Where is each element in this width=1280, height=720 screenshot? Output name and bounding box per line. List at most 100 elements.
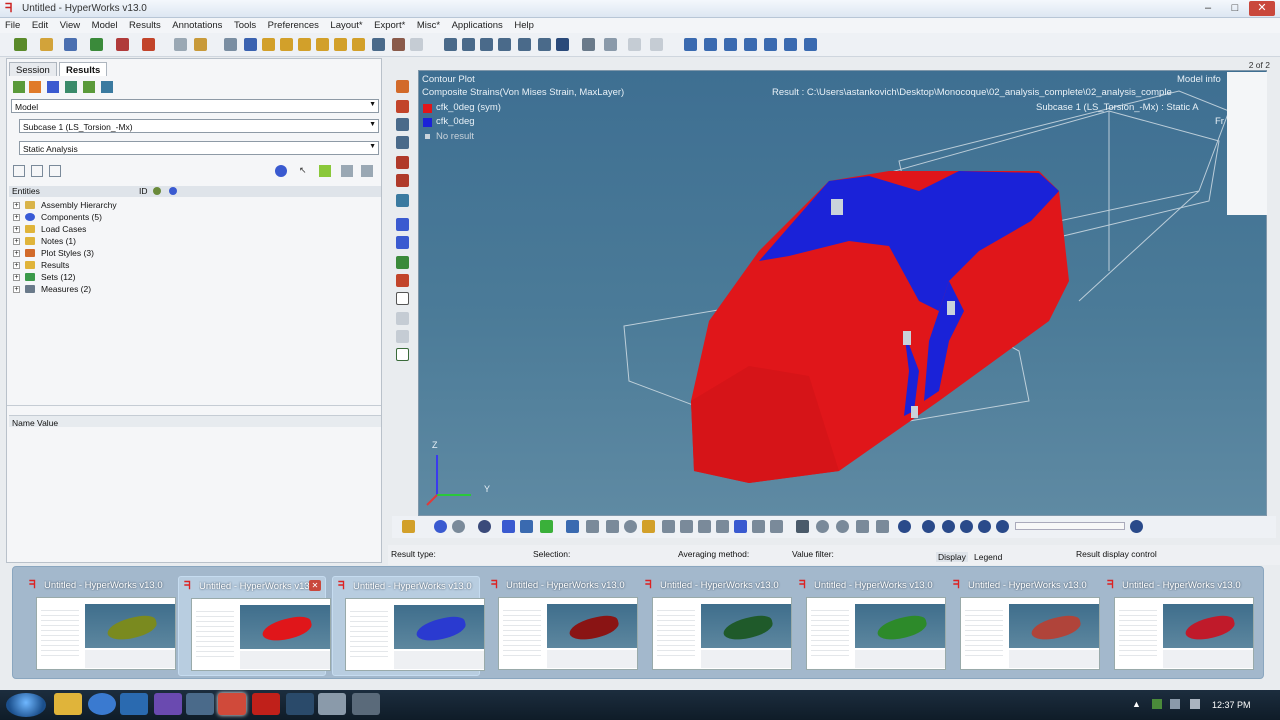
maximize-button[interactable]: □ — [1222, 1, 1248, 16]
deformed-icon[interactable] — [396, 100, 409, 113]
tree-node-assembly-hierarchy[interactable]: + Assembly Hierarchy — [11, 199, 371, 211]
results-tool-1-icon[interactable] — [13, 81, 25, 93]
animation-rewind-icon[interactable] — [942, 520, 955, 533]
vector-icon[interactable] — [396, 118, 409, 131]
save-session-icon[interactable] — [64, 38, 77, 51]
tab-legend[interactable]: Legend — [974, 552, 1002, 562]
page-layout-7-icon[interactable] — [804, 38, 817, 51]
view-back-icon[interactable] — [280, 38, 293, 51]
capture-icon[interactable] — [142, 38, 155, 51]
filter-icon[interactable] — [13, 165, 25, 177]
app-4-taskbar-icon[interactable] — [318, 693, 346, 715]
window-thumbnail[interactable]: ᖷ Untitled - HyperWorks v13.0 ✕ — [178, 576, 331, 676]
view-right-icon[interactable] — [316, 38, 329, 51]
page-layout-1-icon[interactable] — [684, 38, 697, 51]
outlook-taskbar-icon[interactable] — [120, 693, 148, 715]
app-2-taskbar-icon[interactable] — [186, 693, 214, 715]
select-12-icon[interactable] — [770, 520, 783, 533]
select-9-icon[interactable] — [716, 520, 729, 533]
tree-node-components[interactable]: + Components (5) — [11, 211, 371, 223]
window-thumbnail[interactable]: ᖷ Untitled - HyperWorks v13.0 — [1102, 576, 1254, 676]
select-icon[interactable] — [566, 520, 579, 533]
explorer-taskbar-icon[interactable] — [54, 693, 82, 715]
iso-icon[interactable] — [396, 156, 409, 169]
menu-edit[interactable]: Edit — [27, 18, 52, 31]
zoom-in-icon[interactable] — [462, 38, 475, 51]
expand-icon[interactable] — [31, 165, 43, 177]
zoom-icon[interactable] — [224, 38, 237, 51]
browser-taskbar-icon[interactable] — [88, 693, 116, 715]
expand-plus-icon[interactable]: + — [13, 202, 20, 209]
move-vertical-icon[interactable] — [538, 38, 551, 51]
transparency-icon[interactable] — [520, 520, 533, 533]
expand-plus-icon[interactable]: + — [13, 214, 20, 221]
expand-plus-icon[interactable]: + — [13, 250, 20, 257]
animation-prev-icon[interactable] — [922, 520, 935, 533]
note-tool-icon[interactable] — [396, 256, 409, 269]
menu-preferences[interactable]: Preferences — [263, 18, 323, 31]
undo-icon[interactable] — [174, 38, 187, 51]
page-layout-6-icon[interactable] — [784, 38, 797, 51]
shading-icon[interactable] — [452, 520, 465, 533]
page-layout-3-icon[interactable] — [724, 38, 737, 51]
pointer-icon[interactable]: ↖ — [299, 165, 311, 177]
menu-export[interactable]: Export* — [369, 18, 409, 31]
tray-network-icon[interactable] — [1170, 699, 1180, 709]
tray-volume-icon[interactable] — [1190, 699, 1200, 709]
window-thumbnail[interactable]: ᖷ Untitled - HyperWorks v13.0 — [24, 576, 176, 676]
tree-node-plot-styles[interactable]: + Plot Styles (3) — [11, 247, 371, 259]
mesh-icon[interactable] — [478, 520, 491, 533]
tray-up-arrow-icon[interactable]: ▲ — [1132, 699, 1142, 709]
expand-plus-icon[interactable]: + — [13, 226, 20, 233]
app-5-taskbar-icon[interactable] — [352, 693, 380, 715]
menu-view[interactable]: View — [55, 18, 84, 31]
menu-misc[interactable]: Misc* — [412, 18, 444, 31]
select-4-icon[interactable] — [624, 520, 637, 533]
tree-node-results[interactable]: + Results — [11, 259, 371, 271]
animation-start-icon[interactable] — [898, 520, 911, 533]
show-all-icon[interactable] — [341, 165, 353, 177]
hide-icon[interactable] — [361, 165, 373, 177]
tree-node-sets[interactable]: + Sets (12) — [11, 271, 371, 283]
animation-play-icon[interactable] — [960, 520, 973, 533]
page-layout-5-icon[interactable] — [764, 38, 777, 51]
move-horizontal-icon[interactable] — [518, 38, 531, 51]
measure-icon[interactable] — [396, 236, 409, 249]
model-combo[interactable]: Model ▼ — [11, 99, 379, 113]
view-left-icon[interactable] — [298, 38, 311, 51]
close-button[interactable]: ✕ — [1249, 1, 1275, 16]
animation-end-icon[interactable] — [996, 520, 1009, 533]
copy-icon[interactable] — [604, 38, 617, 51]
feature-icon[interactable] — [502, 520, 515, 533]
pan-icon[interactable] — [444, 38, 457, 51]
tracking-icon[interactable] — [396, 274, 409, 287]
rotate-axis-icon[interactable] — [556, 38, 569, 51]
expand-plus-icon[interactable]: + — [13, 274, 20, 281]
menu-annotations[interactable]: Annotations — [167, 18, 226, 31]
window-thumbnail[interactable]: ᖷ Untitled - HyperWorks v13.0 — [640, 576, 792, 676]
collapse-icon[interactable] — [49, 165, 61, 177]
results-tool-5-icon[interactable] — [83, 81, 95, 93]
tree-node-load-cases[interactable]: + Load Cases — [11, 223, 371, 235]
tab-display[interactable]: Display — [936, 552, 968, 562]
animation-speed-slider[interactable] — [1015, 522, 1125, 530]
select-3-icon[interactable] — [606, 520, 619, 533]
transform-3-icon[interactable] — [836, 520, 849, 533]
taskbar-clock[interactable]: 12:37 PM — [1212, 700, 1251, 710]
tab-results[interactable]: Results — [59, 62, 108, 76]
model-render[interactable] — [419, 71, 1267, 516]
thumbnail-close-icon[interactable]: ✕ — [309, 580, 321, 591]
transform-5-icon[interactable] — [876, 520, 889, 533]
window-thumbnail[interactable]: ᖷ Untitled - HyperWorks v13.0 — [332, 576, 485, 676]
splitter[interactable] — [7, 405, 381, 409]
tray-flag-icon[interactable] — [1152, 699, 1162, 709]
minimize-button[interactable]: – — [1195, 1, 1221, 16]
tree-node-notes[interactable]: + Notes (1) — [11, 235, 371, 247]
hand-icon[interactable] — [498, 38, 511, 51]
tree-node-measures[interactable]: + Measures (2) — [11, 283, 371, 295]
window-thumbnail[interactable]: ᖷ Untitled - HyperWorks v13.0 — [486, 576, 638, 676]
page-layout-2-icon[interactable] — [704, 38, 717, 51]
transform-2-icon[interactable] — [816, 520, 829, 533]
chart-icon[interactable] — [402, 520, 415, 533]
select-5-icon[interactable] — [642, 520, 655, 533]
